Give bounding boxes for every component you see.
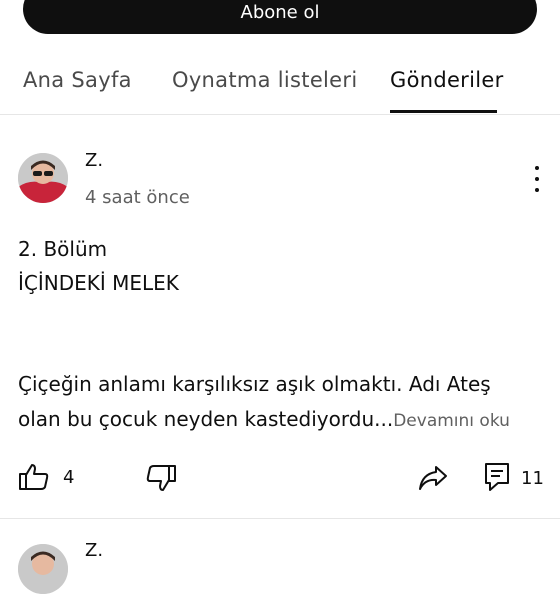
tab-posts[interactable]: Gönderiler [390,68,504,92]
post-line-2: İÇİNDEKİ MELEK [18,271,179,295]
tab-playlists[interactable]: Oynatma listeleri [172,68,357,92]
comment-count: 11 [521,468,544,489]
next-author-avatar[interactable] [18,544,68,594]
author-avatar[interactable] [18,153,68,203]
thumbs-up-icon[interactable] [19,463,49,495]
channel-tabs: Ana Sayfa Oynatma listeleri Gönderiler [0,60,560,113]
post-divider [0,518,560,519]
next-post-author[interactable]: Z. [85,540,103,561]
post-line-4: olan bu çocuk neyden kastediyordu...Deva… [18,407,510,431]
read-more-link[interactable]: Devamını oku [393,411,510,431]
subscribe-label: Abone ol [240,1,320,23]
active-tab-indicator [390,110,497,113]
like-count: 4 [63,467,75,488]
post-author[interactable]: Z. [85,150,103,171]
comment-icon[interactable] [484,462,510,496]
tab-home[interactable]: Ana Sayfa [23,68,132,92]
post-time: 4 saat önce [85,187,190,208]
thumbs-down-icon[interactable] [146,464,176,496]
share-icon[interactable] [418,465,448,495]
subscribe-button[interactable]: Abone ol [23,0,537,34]
tabs-divider [0,114,560,115]
post-line-4-text: olan bu çocuk neyden kastediyordu... [18,407,394,431]
more-vertical-icon[interactable] [532,166,542,192]
post-line-3: Çiçeğin anlamı karşılıksız aşık olmaktı.… [18,372,491,396]
post-line-1: 2. Bölüm [18,237,108,261]
